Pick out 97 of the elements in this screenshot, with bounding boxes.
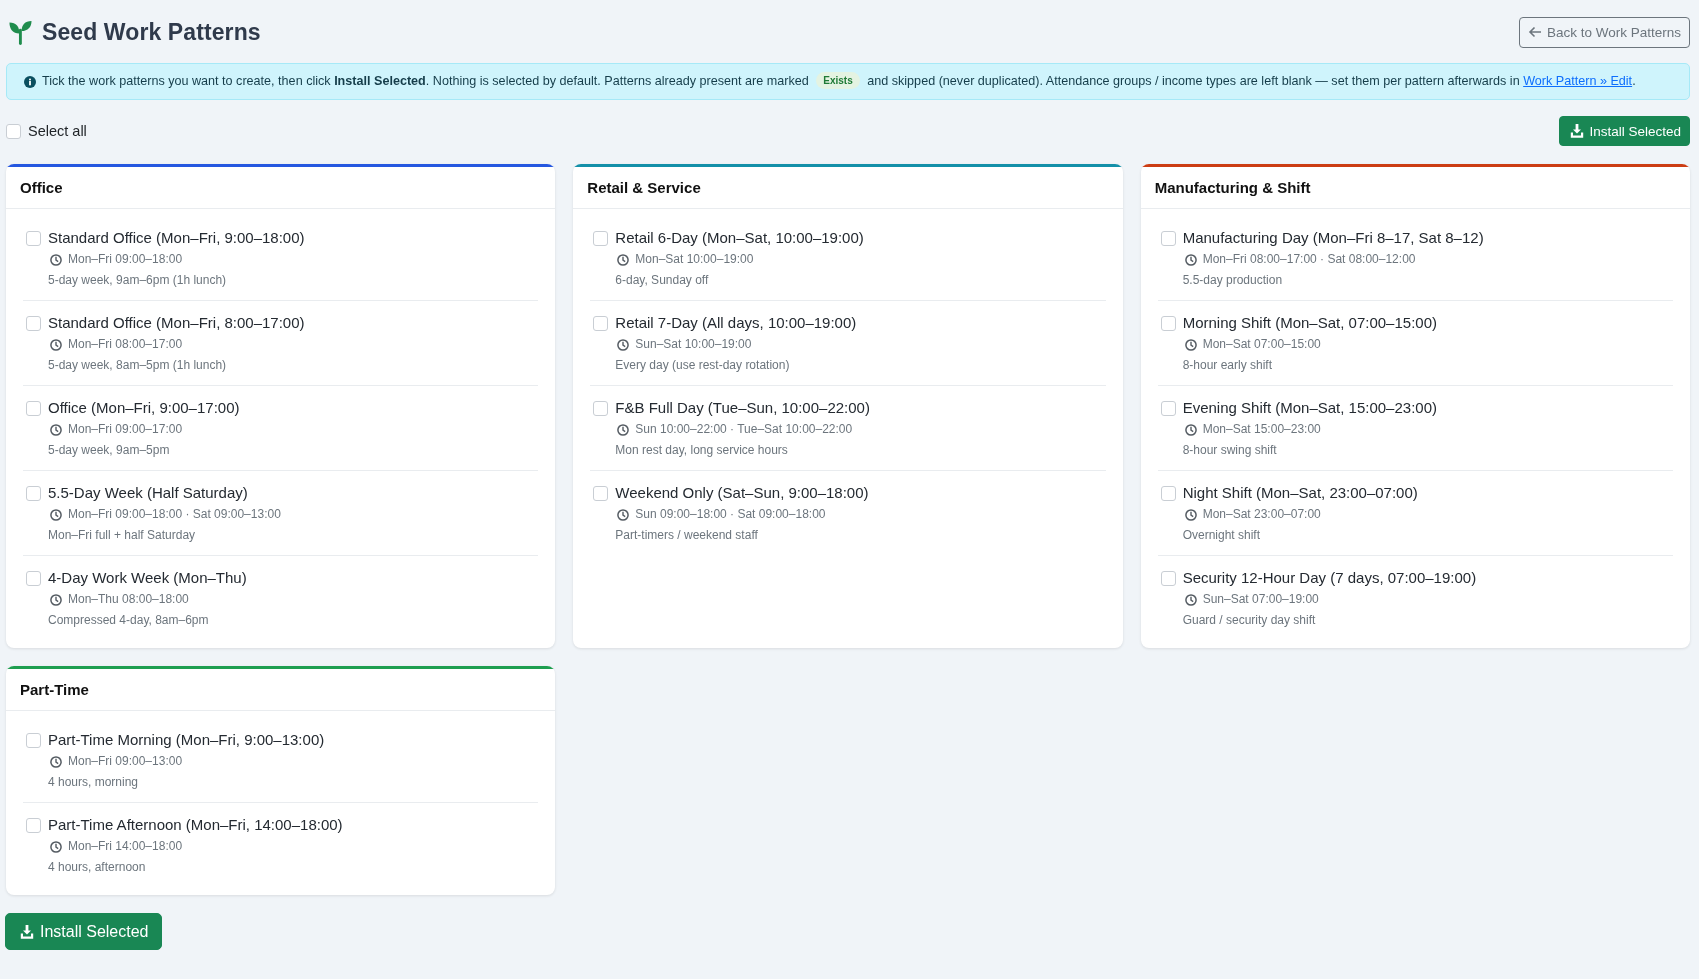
clock-icon xyxy=(50,840,62,853)
checkbox[interactable] xyxy=(26,485,41,501)
status-badge: Exists xyxy=(816,72,860,89)
pattern-description: 5-day week, 9am–6pm (1h lunch) xyxy=(48,272,228,289)
group-title: Manufacturing & Shift xyxy=(1154,179,1311,196)
schedule-text: Mon–Fri 09:00–17:00 xyxy=(68,421,183,438)
checkbox[interactable] xyxy=(26,732,41,748)
schedule-text: Mon–Sat 10:00–19:00 xyxy=(635,251,754,268)
pattern-description: Overnight shift xyxy=(1182,527,1262,544)
pattern-description: Mon–Fri full + half Saturday xyxy=(48,527,197,544)
schedule-text: Mon–Fri 14:00–18:00 xyxy=(68,838,183,855)
schedule-text: Sun 10:00–22:00 · Tue–Sat 10:00–22:00 xyxy=(635,421,853,438)
pattern-description: Part-timers / weekend staff xyxy=(615,527,759,544)
pattern-description: 4 hours, afternoon xyxy=(48,859,147,876)
checkbox[interactable] xyxy=(6,123,21,139)
pattern-name: Office (Mon–Fri, 9:00–17:00) xyxy=(48,398,240,418)
schedule-text: Sun 09:00–18:00 · Sat 09:00–18:00 xyxy=(635,506,826,523)
clock-icon xyxy=(1184,423,1197,436)
info-icon xyxy=(24,75,36,88)
pattern-name: Standard Office (Mon–Fri, 8:00–17:00) xyxy=(48,313,305,333)
clock-icon xyxy=(1184,338,1197,351)
clock-icon xyxy=(50,593,62,606)
pattern-description: 8-hour swing shift xyxy=(1182,442,1278,459)
pattern-name: Manufacturing Day (Mon–Fri 8–17, Sat 8–12) xyxy=(1182,228,1484,248)
checkbox[interactable] xyxy=(26,817,41,833)
install-selected-button[interactable]: Install Selected xyxy=(5,913,162,950)
pattern-name: Retail 6-Day (Mon–Sat, 10:00–19:00) xyxy=(615,228,864,248)
checkbox[interactable] xyxy=(1160,570,1176,586)
pattern-name: F&B Full Day (Tue–Sun, 10:00–22:00) xyxy=(615,398,870,418)
checkbox[interactable] xyxy=(1160,400,1176,416)
checkbox[interactable] xyxy=(26,230,41,246)
schedule-text: Mon–Fri 09:00–18:00 · Sat 09:00–13:00 xyxy=(68,506,281,523)
pattern-name: Night Shift (Mon–Sat, 23:00–07:00) xyxy=(1182,483,1418,503)
clock-icon xyxy=(1184,593,1197,606)
clock-icon xyxy=(50,755,62,768)
schedule-text: Mon–Fri 08:00–17:00 · Sat 08:00–12:00 xyxy=(1202,251,1416,268)
pattern-description: 8-hour early shift xyxy=(1182,357,1274,374)
checkbox[interactable] xyxy=(26,400,41,416)
pattern-description: Compressed 4-day, 8am–6pm xyxy=(48,612,210,629)
clock-icon xyxy=(1184,508,1197,521)
checkbox[interactable] xyxy=(593,485,609,501)
pattern-description: 6-day, Sunday off xyxy=(615,272,710,289)
clock-icon xyxy=(50,508,62,521)
pattern-name: Retail 7-Day (All days, 10:00–19:00) xyxy=(615,313,857,333)
checkbox[interactable] xyxy=(26,315,41,331)
schedule-text: Sun–Sat 07:00–19:00 xyxy=(1202,591,1319,608)
pattern-name: Standard Office (Mon–Fri, 9:00–18:00) xyxy=(48,228,305,248)
pattern-name: 5.5-Day Week (Half Saturday) xyxy=(48,483,249,503)
pattern-name: Evening Shift (Mon–Sat, 15:00–23:00) xyxy=(1182,398,1437,418)
download-icon xyxy=(1570,124,1585,138)
install-selected-button[interactable]: Install Selected xyxy=(1559,116,1690,146)
arrow-left-icon xyxy=(1527,26,1542,38)
schedule-text: Mon–Sat 15:00–23:00 xyxy=(1202,421,1321,438)
clock-icon xyxy=(50,423,62,436)
clock-icon xyxy=(617,423,630,436)
clock-icon xyxy=(50,338,62,351)
pattern-name: Weekend Only (Sat–Sun, 9:00–18:00) xyxy=(615,483,869,503)
schedule-text: Mon–Fri 09:00–18:00 xyxy=(68,251,183,268)
clock-icon xyxy=(1184,253,1197,266)
checkbox[interactable] xyxy=(593,315,609,331)
pattern-name: Part-Time Morning (Mon–Fri, 9:00–13:00) xyxy=(48,730,325,750)
back-button[interactable]: Back to Work Patterns xyxy=(1518,16,1690,48)
schedule-text: Sun–Sat 10:00–19:00 xyxy=(635,336,752,353)
download-icon xyxy=(20,924,34,939)
page-title: Seed Work Patterns xyxy=(42,18,261,46)
checkbox[interactable] xyxy=(593,400,609,416)
checkbox[interactable] xyxy=(1160,230,1176,246)
checkbox[interactable] xyxy=(1160,315,1176,331)
checkbox[interactable] xyxy=(1160,485,1176,501)
pattern-name: 4-Day Work Week (Mon–Thu) xyxy=(48,568,247,588)
schedule-text: Mon–Sat 23:00–07:00 xyxy=(1202,506,1321,523)
pattern-name: Security 12-Hour Day (7 days, 07:00–19:00) xyxy=(1182,568,1477,588)
schedule-text: Mon–Fri 09:00–13:00 xyxy=(68,753,183,770)
select-all-label[interactable]: Select all xyxy=(28,123,87,139)
schedule-text: Mon–Thu 08:00–18:00 xyxy=(68,591,189,608)
clock-icon xyxy=(617,338,630,351)
clock-icon xyxy=(617,253,630,266)
sprout-icon xyxy=(9,19,32,45)
pattern-description: Mon rest day, long service hours xyxy=(615,442,789,459)
pattern-name: Part-Time Afternoon (Mon–Fri, 14:00–18:00) xyxy=(48,815,343,835)
pattern-description: 5-day week, 9am–5pm xyxy=(48,442,171,459)
pattern-description: Guard / security day shift xyxy=(1182,612,1317,629)
schedule-text: Mon–Sat 07:00–15:00 xyxy=(1202,336,1321,353)
clock-icon xyxy=(50,253,62,266)
group-title: Part-Time xyxy=(20,681,89,698)
checkbox[interactable] xyxy=(26,570,41,586)
checkbox[interactable] xyxy=(593,230,609,246)
pattern-description: 5-day week, 8am–5pm (1h lunch) xyxy=(48,357,228,374)
pattern-description: Every day (use rest-day rotation) xyxy=(615,357,791,374)
clock-icon xyxy=(617,508,630,521)
pattern-name: Morning Shift (Mon–Sat, 07:00–15:00) xyxy=(1182,313,1437,333)
pattern-description: 4 hours, morning xyxy=(48,774,140,791)
schedule-text: Mon–Fri 08:00–17:00 xyxy=(68,336,183,353)
group-title: Retail & Service xyxy=(587,179,701,196)
group-title: Office xyxy=(20,179,63,196)
pattern-description: 5.5-day production xyxy=(1182,272,1284,289)
info-message: Tick the work patterns you want to create, then click Install Selected. Nothing is selected by default. Patterns already present are marked Exists and skipped (never duplicated). Attendance groups / income types are left blank — set them per pattern afterwards in Work Pattern » Edit. xyxy=(42,72,1636,91)
